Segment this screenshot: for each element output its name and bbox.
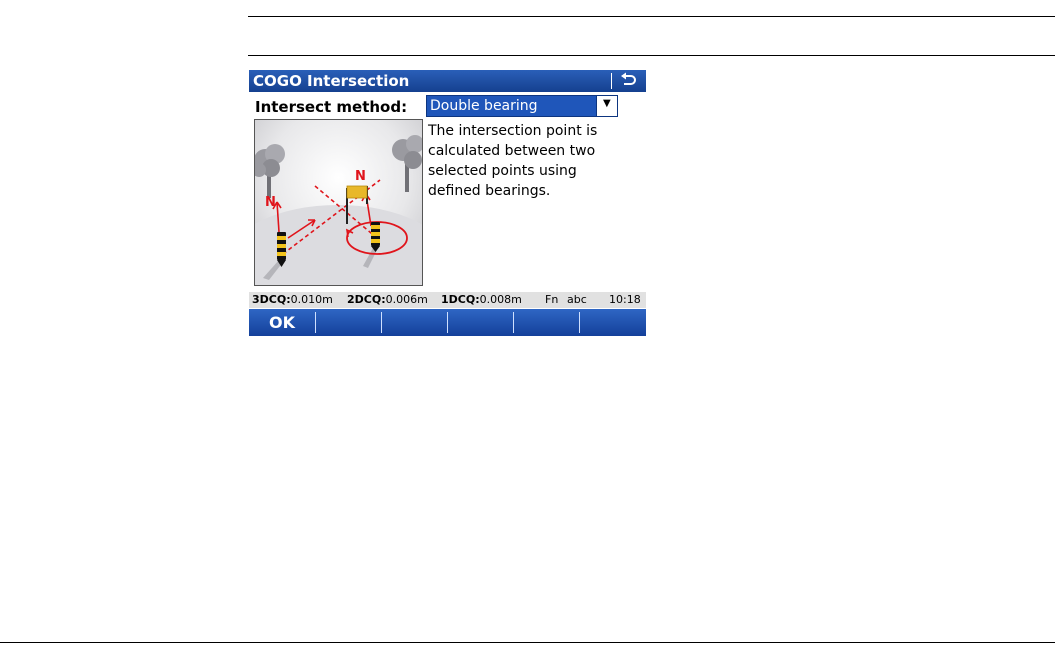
input-mode-indicator: abc <box>567 293 587 306</box>
title-separator <box>611 73 612 89</box>
intersection-illustration: N N <box>254 119 423 286</box>
description-line: selected points using <box>428 163 577 179</box>
method-description: The intersection point is calculated bet… <box>428 121 643 201</box>
description-line: defined bearings. <box>428 183 551 199</box>
description-line: The intersection point is <box>428 123 598 139</box>
2dcq-status: 2DCQ:0.006m <box>347 293 428 306</box>
softkey-f4[interactable] <box>448 309 514 336</box>
chevron-down-icon: ▼ <box>603 98 611 109</box>
status-bar: 3DCQ:0.010m 2DCQ:0.006m 1DCQ:0.008m Fn a… <box>249 292 646 308</box>
top-rule <box>248 16 1055 17</box>
bottom-rule <box>0 642 1055 643</box>
softkey-bar: OK <box>249 309 646 336</box>
instrument-right-icon <box>371 222 380 252</box>
description-line: calculated between two <box>428 143 596 159</box>
softkey-f6[interactable] <box>580 309 646 336</box>
return-arrow-icon[interactable] <box>619 71 639 91</box>
1dcq-status: 1DCQ:0.008m <box>441 293 522 306</box>
dropdown-button[interactable]: ▼ <box>596 96 617 116</box>
north-label-right: N <box>355 169 366 184</box>
north-label-left: N <box>265 195 276 210</box>
3dcq-status: 3DCQ:0.010m <box>252 293 333 306</box>
device-screen: COGO Intersection Intersect method: Doub… <box>249 70 646 336</box>
header-rule <box>248 55 1055 56</box>
ok-button[interactable]: OK <box>249 309 315 336</box>
intersect-method-value: Double bearing <box>430 98 538 114</box>
clock: 10:18 <box>609 293 641 306</box>
softkey-f3[interactable] <box>382 309 448 336</box>
intersect-method-label: Intersect method: <box>255 98 408 116</box>
window-title: COGO Intersection <box>253 72 410 90</box>
intersect-method-select[interactable]: Double bearing ▼ <box>426 95 618 117</box>
softkey-f2[interactable] <box>316 309 382 336</box>
title-bar: COGO Intersection <box>249 70 646 92</box>
softkey-f5[interactable] <box>514 309 580 336</box>
instrument-left-icon <box>277 232 286 267</box>
fn-indicator: Fn <box>545 293 559 306</box>
